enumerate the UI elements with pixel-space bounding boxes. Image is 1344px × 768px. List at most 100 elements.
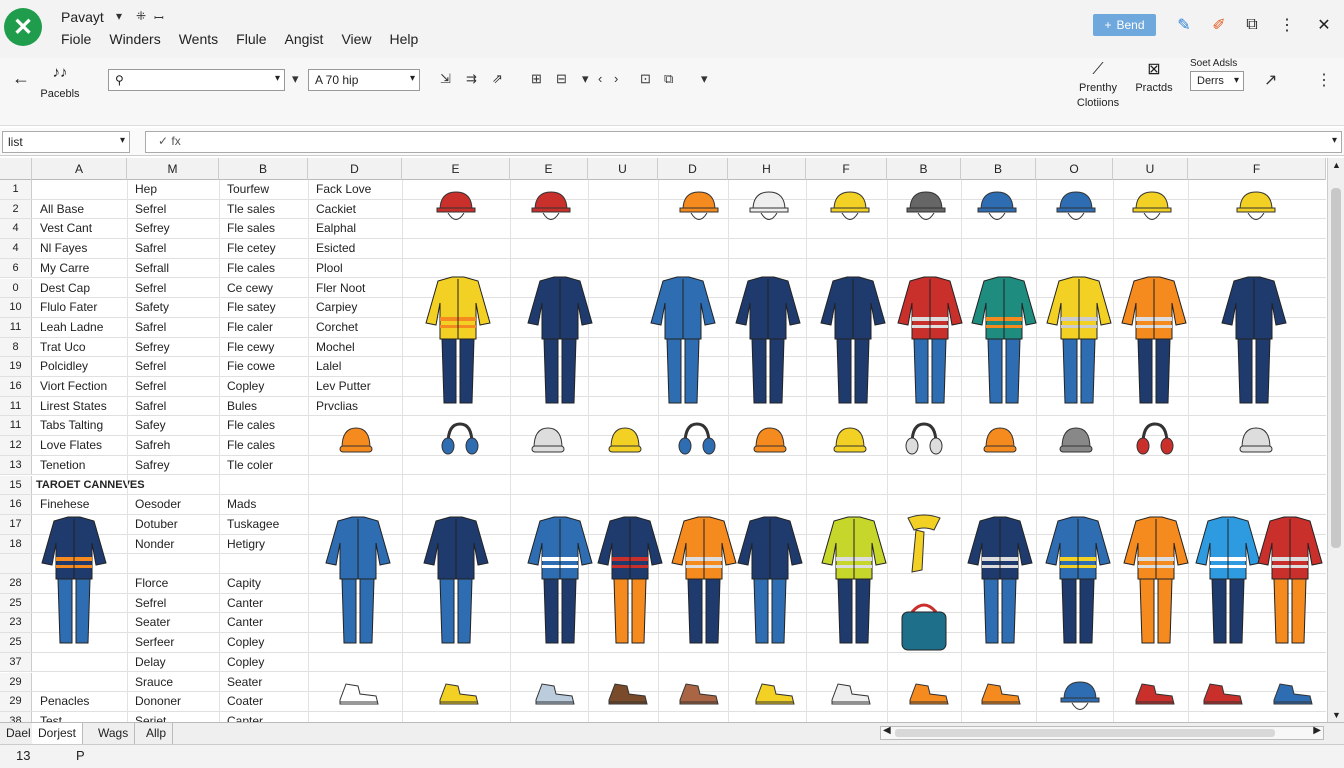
cell[interactable]: Sefrel [127, 357, 219, 376]
chevron-down-icon[interactable]: ▾ [582, 71, 589, 87]
cell[interactable] [32, 673, 127, 692]
scroll-down-icon[interactable]: ▼ [1332, 710, 1341, 720]
scroll-thumb[interactable] [1331, 188, 1341, 548]
back-arrow-icon[interactable]: ← [12, 68, 30, 89]
sheet-tab-allp[interactable]: Allp [140, 723, 174, 744]
format-icon[interactable]: ⊡ [640, 71, 651, 87]
cell[interactable]: Safreh [127, 436, 219, 455]
cell[interactable]: Sefrel [127, 377, 219, 396]
row-header[interactable]: 11 [0, 416, 32, 436]
title-pin-icon[interactable]: ⁜ [136, 9, 146, 23]
border-icon[interactable]: ⊟ [556, 71, 567, 87]
cell[interactable]: Coater [219, 692, 308, 711]
cell[interactable] [127, 554, 219, 573]
select-all-corner[interactable] [0, 158, 32, 180]
cell[interactable]: Fle caler [219, 318, 308, 337]
cell[interactable] [308, 712, 402, 722]
cell[interactable]: Safety [127, 298, 219, 317]
menu-view[interactable]: View [341, 31, 371, 47]
column-header[interactable]: B [219, 158, 308, 180]
sort-combo[interactable]: Derrs ▾ [1190, 71, 1244, 91]
vertical-scrollbar[interactable]: ▲ ▼ [1327, 158, 1344, 722]
row-header[interactable]: 37 [0, 652, 32, 672]
row-header[interactable]: 6 [0, 258, 32, 278]
copy-icon[interactable]: ⧉ [1241, 14, 1263, 36]
chevron-down-icon[interactable]: ▾ [275, 73, 280, 84]
row-header[interactable]: 2 [0, 199, 32, 219]
row-header[interactable]: 11 [0, 396, 32, 416]
name-box[interactable]: list ▾ [2, 131, 130, 153]
cell[interactable]: Dotuber [127, 515, 219, 534]
row-header[interactable]: 11 [0, 317, 32, 337]
cell[interactable]: Finehese [32, 495, 127, 514]
column-header[interactable]: F [806, 158, 887, 180]
cell[interactable]: Tuskagee [219, 515, 308, 534]
cell[interactable]: Fle cales [219, 259, 308, 278]
column-header[interactable]: U [588, 158, 658, 180]
scroll-right-icon[interactable]: ▶ [1313, 725, 1321, 736]
cell[interactable]: Copley [219, 653, 308, 672]
title-share-icon[interactable]: ꟷ [154, 9, 164, 26]
row-header[interactable]: 28 [0, 574, 32, 593]
row-header[interactable]: 18 [0, 534, 32, 554]
cell[interactable]: Trat Uco [32, 338, 127, 357]
cell[interactable]: Viort Fection [32, 377, 127, 396]
font-size-combo[interactable]: A 70 hip ▾ [308, 69, 420, 91]
cell[interactable]: Sefrel [127, 200, 219, 219]
cell[interactable]: Fle cales [219, 436, 308, 455]
horizontal-scrollbar[interactable]: ◀ ▶ [880, 725, 1324, 740]
row-header[interactable]: 16 [0, 495, 32, 514]
prenthy-clotiions-button[interactable]: ⟋ Prenthy Clotiions [1068, 62, 1128, 111]
menu-file[interactable]: Fiole [61, 31, 91, 47]
cell[interactable]: Plool [308, 259, 402, 278]
row-header[interactable]: 16 [0, 377, 32, 396]
cell[interactable]: Esicted [308, 239, 402, 258]
title-dropdown-icon[interactable]: ▾ [116, 9, 122, 23]
pin-icon[interactable]: ✎ [1173, 14, 1195, 36]
cell[interactable]: Seater [219, 673, 308, 692]
horizontal-scroll-thumb[interactable] [895, 729, 1275, 737]
cell[interactable]: Florce [127, 574, 219, 593]
cell[interactable]: Cackiet [308, 200, 402, 219]
brush-icon[interactable]: ✐ [1208, 14, 1230, 36]
search-combo[interactable]: ⚲ ▾ [108, 69, 285, 91]
row-header[interactable]: 4 [0, 239, 32, 258]
row-header[interactable]: 23 [0, 613, 32, 633]
cell[interactable] [219, 554, 308, 573]
chevron-down-icon[interactable]: ▾ [292, 71, 299, 87]
chevron-right-icon[interactable]: › [614, 71, 618, 86]
cell[interactable]: Vest Cant [32, 219, 127, 238]
row-header[interactable]: 29 [0, 692, 32, 711]
row-header[interactable]: 38 [0, 711, 32, 722]
paste-button[interactable]: ♪♪ Pacebls [38, 64, 82, 100]
cell[interactable]: Capity [219, 574, 308, 593]
app-logo-icon[interactable]: ✕ [4, 8, 42, 46]
cell[interactable]: Safrel [127, 397, 219, 416]
column-header[interactable]: B [961, 158, 1036, 180]
cell[interactable]: Safrey [127, 456, 219, 475]
row-header[interactable]: 25 [0, 633, 32, 652]
cell[interactable]: Bules [219, 397, 308, 416]
more-icon[interactable]: ⋮ [1276, 14, 1298, 36]
column-header[interactable]: E [402, 158, 510, 180]
cell[interactable]: Carpiey [308, 298, 402, 317]
cell[interactable]: Corchet [308, 318, 402, 337]
cell[interactable]: Dononer [127, 692, 219, 711]
spreadsheet-grid[interactable]: AMBDEEUDHFBBOUF 1 Hep Tourfew Fack Love 2 All… [0, 158, 1326, 722]
cell[interactable]: Flulo Fater [32, 298, 127, 317]
cell[interactable] [219, 476, 308, 495]
table-icon[interactable]: ⧉ [664, 71, 673, 87]
cell[interactable] [308, 476, 402, 495]
cell[interactable]: Fle cales [219, 416, 308, 435]
column-header[interactable]: F [1188, 158, 1326, 180]
row-header[interactable]: 8 [0, 337, 32, 357]
cell[interactable]: Srauce [127, 673, 219, 692]
cell[interactable]: Test [32, 712, 127, 722]
column-header[interactable]: A [32, 158, 127, 180]
ribbon-more-icon[interactable]: ⋮ [1316, 70, 1332, 90]
cell[interactable]: Sefrel [127, 594, 219, 613]
cell[interactable]: Sefrey [127, 219, 219, 238]
cell[interactable]: Fle satey [219, 298, 308, 317]
cell[interactable]: Oesoder [127, 495, 219, 514]
column-header[interactable]: D [658, 158, 728, 180]
